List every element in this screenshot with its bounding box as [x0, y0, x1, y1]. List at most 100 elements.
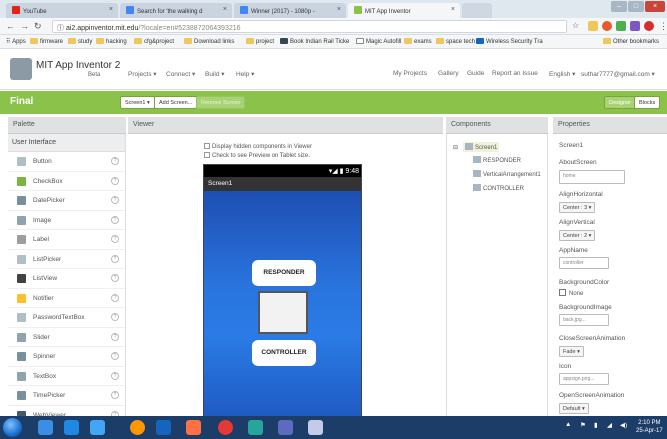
palette-item-checkbox[interactable]: CheckBox?: [8, 172, 125, 191]
palette-item-datepicker[interactable]: DatePicker?: [8, 191, 125, 211]
tab-app-inventor[interactable]: MIT App Inventor ×: [348, 3, 460, 18]
palette-item-label[interactable]: Label?: [8, 230, 125, 250]
forward-icon[interactable]: →: [20, 21, 29, 31]
chrome-icon[interactable]: [218, 420, 233, 435]
internet-explorer-icon[interactable]: [64, 420, 79, 435]
palette-category-user-interface[interactable]: User Interface: [8, 134, 125, 152]
about-screen-field[interactable]: home: [559, 170, 625, 184]
extension-icon[interactable]: [644, 21, 654, 31]
firefox-icon[interactable]: [130, 420, 145, 435]
collapse-icon[interactable]: ⊟: [453, 144, 458, 151]
controller-button[interactable]: CONTROLLER: [252, 340, 316, 366]
blocks-button[interactable]: Blocks: [634, 96, 661, 109]
checkbox-icon[interactable]: [204, 143, 210, 149]
star-icon[interactable]: ☆: [572, 21, 579, 30]
help-icon[interactable]: ?: [111, 176, 119, 185]
help-icon[interactable]: ?: [111, 196, 119, 204]
volume-icon[interactable]: ◀): [620, 421, 627, 429]
link-my-projects[interactable]: My Projects: [393, 70, 427, 77]
palette-item-webviewer[interactable]: WebViewer?: [8, 406, 125, 416]
palette-item-slider[interactable]: Slider?: [8, 328, 125, 347]
remove-screen-button[interactable]: Remove Screen: [196, 96, 246, 109]
palette-item-spinner[interactable]: Spinner?: [8, 347, 125, 367]
bookmark-download-links[interactable]: Download links: [184, 38, 234, 45]
align-horizontal-select[interactable]: Center : 3 ▾: [559, 202, 596, 213]
outlook-icon[interactable]: [90, 420, 105, 435]
bookmark-hacking[interactable]: hacking: [96, 38, 127, 45]
close-icon[interactable]: ×: [337, 6, 341, 13]
bookmark-project[interactable]: project: [246, 38, 274, 45]
palette-item-image[interactable]: Image?: [8, 211, 125, 230]
palette-item-listview[interactable]: ListView?: [8, 269, 125, 289]
app-inventor-logo[interactable]: [10, 58, 32, 80]
tab-youtube[interactable]: YouTube ×: [6, 3, 118, 18]
reload-icon[interactable]: ↻: [34, 21, 42, 32]
bookmark-other[interactable]: Other bookmarks: [603, 38, 659, 45]
palette-item-textbox[interactable]: TextBox?: [8, 367, 125, 386]
menu-connect[interactable]: Connect ▾: [166, 70, 195, 78]
palette-item-timepicker[interactable]: TimePicker?: [8, 386, 125, 406]
language-menu[interactable]: English ▾: [549, 70, 575, 78]
palette-item-notifier[interactable]: Notifier?: [8, 289, 125, 308]
icon-field[interactable]: appsign.png...: [559, 373, 609, 385]
help-icon[interactable]: ?: [111, 391, 119, 399]
maximize-button[interactable]: □: [628, 1, 644, 12]
help-icon[interactable]: ?: [111, 274, 119, 282]
extension-icon[interactable]: [588, 21, 598, 31]
hidden-components-checkbox[interactable]: Display hidden components in Viewer: [204, 143, 312, 150]
help-icon[interactable]: ?: [111, 332, 119, 341]
help-icon[interactable]: ?: [111, 293, 119, 302]
palette-item-passwordtextbox[interactable]: PasswordTextBox?: [8, 308, 125, 328]
link-report-issue[interactable]: Report an Issue: [492, 70, 538, 77]
bookmark-study[interactable]: study: [68, 38, 92, 45]
palette-item-listpicker[interactable]: ListPicker?: [8, 250, 125, 269]
bookmark-cfg-project[interactable]: cfg&project: [134, 38, 174, 45]
close-icon[interactable]: ×: [451, 6, 455, 13]
open-animation-select[interactable]: Default ▾: [559, 403, 589, 414]
link-guide[interactable]: Guide: [467, 70, 484, 77]
bookmark-apps[interactable]: ⠿ Apps: [6, 38, 26, 45]
start-button[interactable]: [3, 418, 22, 437]
tree-vertical-arrangement[interactable]: VerticalArrangement1: [473, 170, 541, 178]
window-close-button[interactable]: ×: [645, 1, 665, 12]
app-icon[interactable]: [248, 420, 263, 435]
close-animation-select[interactable]: Fade ▾: [559, 346, 584, 357]
designer-button[interactable]: Designer: [604, 96, 637, 109]
word-icon[interactable]: [156, 420, 171, 435]
new-tab-button[interactable]: [462, 3, 492, 18]
extension-icon[interactable]: [616, 21, 626, 31]
screen-select[interactable]: Screen1 ▾: [120, 96, 155, 109]
bookmark-exams[interactable]: exams: [404, 38, 432, 45]
menu-help[interactable]: Help ▾: [236, 70, 254, 78]
tab-winner[interactable]: Winner (2017) - 1080p - ×: [234, 3, 346, 18]
bookmark-wireless-security[interactable]: Wireless Security Tra: [476, 38, 543, 45]
link-gallery[interactable]: Gallery: [438, 70, 459, 77]
help-icon[interactable]: ?: [111, 215, 119, 224]
menu-build[interactable]: Build ▾: [205, 70, 225, 78]
palette-item-button[interactable]: Button?: [8, 152, 125, 172]
responder-button[interactable]: RESPONDER: [252, 260, 316, 286]
menu-projects[interactable]: Projects ▾: [128, 70, 157, 78]
signal-icon[interactable]: ◢: [607, 421, 612, 429]
background-image-field[interactable]: back.jpg...: [559, 314, 609, 326]
bookmark-magic-autofill[interactable]: Magic Autofill: [356, 38, 401, 45]
help-icon[interactable]: ?: [111, 371, 119, 380]
tree-responder[interactable]: RESPONDER: [473, 156, 521, 164]
tree-controller[interactable]: CONTROLLER: [473, 184, 524, 192]
extension-icon[interactable]: [630, 21, 640, 31]
tablet-preview-checkbox[interactable]: Check to see Preview on Tablet size.: [204, 152, 310, 159]
app-icon[interactable]: [278, 420, 293, 435]
network-icon[interactable]: ▮: [594, 421, 598, 429]
account-menu[interactable]: suthar7777@gmail.com ▾: [581, 70, 655, 78]
notepad-icon[interactable]: [308, 420, 323, 435]
help-icon[interactable]: ?: [111, 235, 119, 243]
close-icon[interactable]: ×: [223, 6, 227, 13]
app-name-field[interactable]: controller: [559, 257, 609, 269]
close-icon[interactable]: ×: [109, 6, 113, 13]
bookmark-space-tech[interactable]: space tech: [436, 38, 475, 45]
help-icon[interactable]: ?: [111, 254, 119, 263]
background-color-picker[interactable]: None: [559, 289, 583, 297]
system-clock[interactable]: 2:10 PM 25-Apr-17: [636, 419, 663, 435]
help-icon[interactable]: ?: [111, 313, 119, 321]
add-screen-button[interactable]: Add Screen...: [154, 96, 198, 109]
